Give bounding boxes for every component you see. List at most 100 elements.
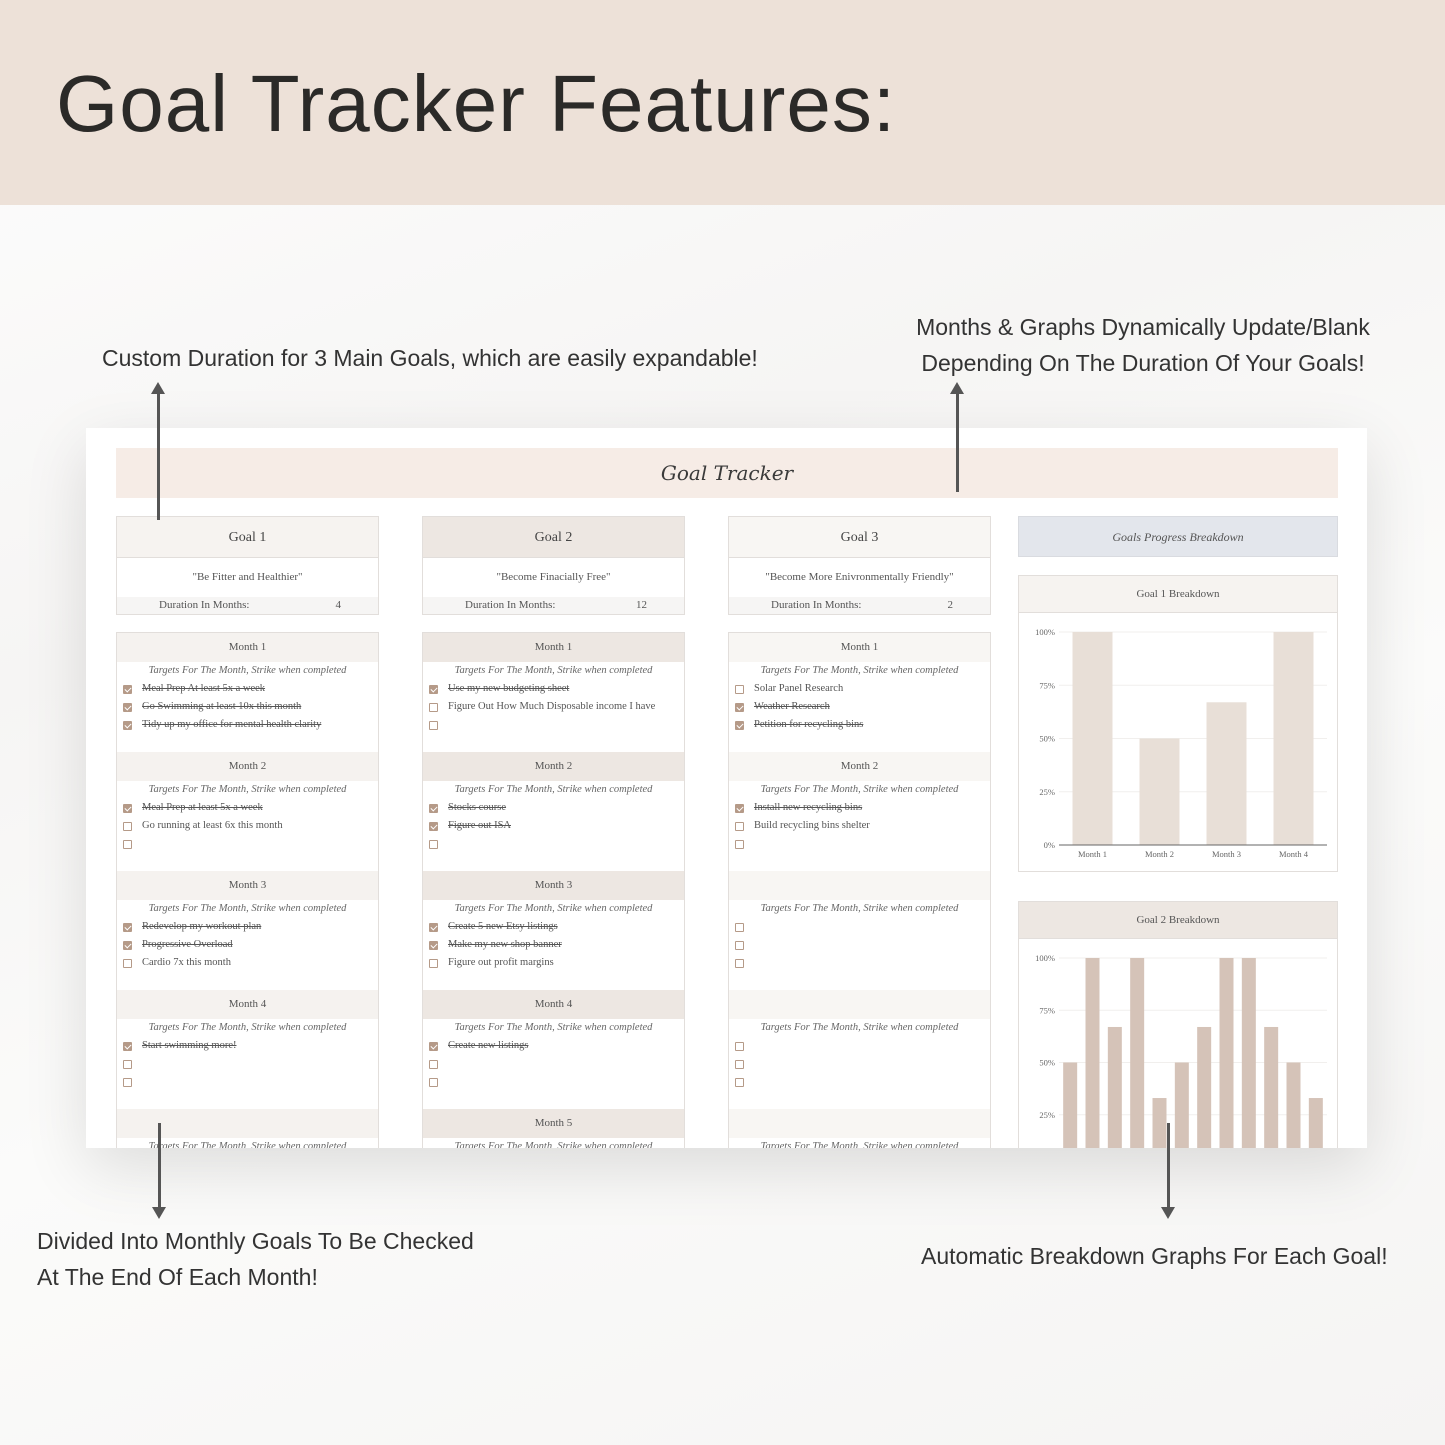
arrow-up-icon: [950, 382, 964, 492]
duration-row: Duration In Months: 2: [729, 597, 990, 614]
target-item[interactable]: Create 5 new Etsy listings: [423, 918, 684, 936]
target-text: Create new listings: [448, 1040, 529, 1051]
checkbox-checked-icon[interactable]: [123, 940, 132, 950]
checkbox-icon[interactable]: [735, 940, 744, 950]
duration-label: Duration In Months:: [465, 599, 556, 611]
checkbox-checked-icon[interactable]: [429, 940, 438, 950]
goal-statement[interactable]: "Become Finacially Free": [423, 558, 684, 597]
checkbox-icon[interactable]: [735, 958, 744, 968]
checkbox-checked-icon[interactable]: [429, 684, 438, 694]
bar: [1139, 738, 1180, 845]
bar: [1072, 632, 1113, 845]
target-item[interactable]: [729, 954, 990, 972]
checkbox-checked-icon[interactable]: [123, 803, 132, 813]
y-tick-label: 100%: [1035, 953, 1055, 963]
checkbox-icon[interactable]: [429, 1077, 438, 1087]
target-item[interactable]: Build recycling bins shelter: [729, 817, 990, 835]
target-item[interactable]: Solar Panel Research: [729, 680, 990, 698]
targets-label: Targets For The Month, Strike when compl…: [148, 1022, 347, 1033]
bar: [1197, 1026, 1212, 1148]
target-item[interactable]: Create new listings: [423, 1037, 684, 1055]
target-item[interactable]: Weather Research: [729, 698, 990, 716]
checkbox-checked-icon[interactable]: [123, 702, 132, 712]
target-item[interactable]: [423, 835, 684, 853]
target-item[interactable]: Stocks course: [423, 799, 684, 817]
checkbox-icon[interactable]: [735, 1041, 744, 1051]
target-item[interactable]: Progressive Overload: [117, 936, 378, 954]
target-text: Figure Out How Much Disposable income I …: [448, 701, 656, 712]
checkbox-checked-icon[interactable]: [429, 1041, 438, 1051]
checkbox-checked-icon[interactable]: [123, 922, 132, 932]
month-header: Month 2: [117, 752, 378, 781]
checkbox-checked-icon[interactable]: [735, 803, 744, 813]
target-item[interactable]: [117, 835, 378, 853]
checkbox-icon[interactable]: [123, 839, 132, 849]
month-block: Month 4 Targets For The Month, Strike whe…: [117, 990, 378, 1109]
checkbox-icon[interactable]: [735, 922, 744, 932]
target-text: Cardio 7x this month: [142, 957, 231, 968]
checkbox-checked-icon[interactable]: [123, 720, 132, 730]
target-item[interactable]: [729, 835, 990, 853]
target-item[interactable]: Tidy up my office for mental health clar…: [117, 716, 378, 734]
targets-label: Targets For The Month, Strike when compl…: [148, 784, 347, 795]
target-item[interactable]: [117, 1055, 378, 1073]
checkbox-icon[interactable]: [735, 1077, 744, 1087]
checkbox-icon[interactable]: [429, 958, 438, 968]
checkbox-checked-icon[interactable]: [735, 702, 744, 712]
target-item[interactable]: [729, 1037, 990, 1055]
monthly-targets: Month 1 Targets For The Month, Strike whe…: [116, 632, 379, 1148]
target-item[interactable]: Figure out profit margins: [423, 954, 684, 972]
checkbox-checked-icon[interactable]: [429, 922, 438, 932]
month-header: [117, 1109, 378, 1138]
checkbox-icon[interactable]: [429, 702, 438, 712]
target-item[interactable]: Meal Prep At least 5x a week: [117, 680, 378, 698]
checkbox-icon[interactable]: [735, 821, 744, 831]
target-item[interactable]: Make my new shop banner: [423, 936, 684, 954]
bar: [1130, 958, 1145, 1148]
target-item[interactable]: Figure out ISA: [423, 817, 684, 835]
checkbox-icon[interactable]: [429, 1059, 438, 1069]
duration-value[interactable]: 4: [336, 597, 342, 614]
checkbox-icon[interactable]: [429, 839, 438, 849]
checkbox-icon[interactable]: [735, 684, 744, 694]
target-item[interactable]: Cardio 7x this month: [117, 954, 378, 972]
checkbox-checked-icon[interactable]: [735, 720, 744, 730]
checkbox-checked-icon[interactable]: [123, 1041, 132, 1051]
goal-statement[interactable]: "Become More Enivronmentally Friendly": [729, 558, 990, 597]
checkbox-icon[interactable]: [123, 1059, 132, 1069]
checkbox-icon[interactable]: [123, 1077, 132, 1087]
y-tick-label: 50%: [1039, 1058, 1055, 1068]
y-tick-label: 25%: [1039, 1110, 1055, 1120]
target-item[interactable]: Start swimming more!: [117, 1037, 378, 1055]
checkbox-checked-icon[interactable]: [429, 803, 438, 813]
goal-statement[interactable]: "Be Fitter and Healthier": [117, 558, 378, 597]
target-item[interactable]: Go Swimming at least 10x this month: [117, 698, 378, 716]
checkbox-checked-icon[interactable]: [429, 821, 438, 831]
duration-value[interactable]: 2: [948, 597, 954, 614]
target-item[interactable]: [729, 918, 990, 936]
checkbox-icon[interactable]: [429, 720, 438, 730]
target-item[interactable]: [729, 936, 990, 954]
target-item[interactable]: [423, 1073, 684, 1091]
checkbox-icon[interactable]: [123, 958, 132, 968]
target-item[interactable]: [729, 1055, 990, 1073]
target-item[interactable]: Use my new budgeting sheet: [423, 680, 684, 698]
checkbox-checked-icon[interactable]: [123, 684, 132, 694]
target-item[interactable]: Go running at least 6x this month: [117, 817, 378, 835]
target-item[interactable]: Figure Out How Much Disposable income I …: [423, 698, 684, 716]
month-header: Month 1: [729, 633, 990, 662]
target-item[interactable]: Redevelop my workout plan: [117, 918, 378, 936]
target-item[interactable]: Petition for recycling bins: [729, 716, 990, 734]
annotation-breakdown-graphs: Automatic Breakdown Graphs For Each Goal…: [921, 1243, 1388, 1269]
x-tick-label: Month 4: [1279, 849, 1309, 859]
checkbox-icon[interactable]: [735, 839, 744, 849]
checkbox-icon[interactable]: [735, 1059, 744, 1069]
target-item[interactable]: [117, 1073, 378, 1091]
target-item[interactable]: [729, 1073, 990, 1091]
target-item[interactable]: Install new recycling bins: [729, 799, 990, 817]
checkbox-icon[interactable]: [123, 821, 132, 831]
target-item[interactable]: Meal Prep at least 5x a week: [117, 799, 378, 817]
target-item[interactable]: [423, 1055, 684, 1073]
target-item[interactable]: [423, 716, 684, 734]
duration-value[interactable]: 12: [636, 597, 647, 614]
